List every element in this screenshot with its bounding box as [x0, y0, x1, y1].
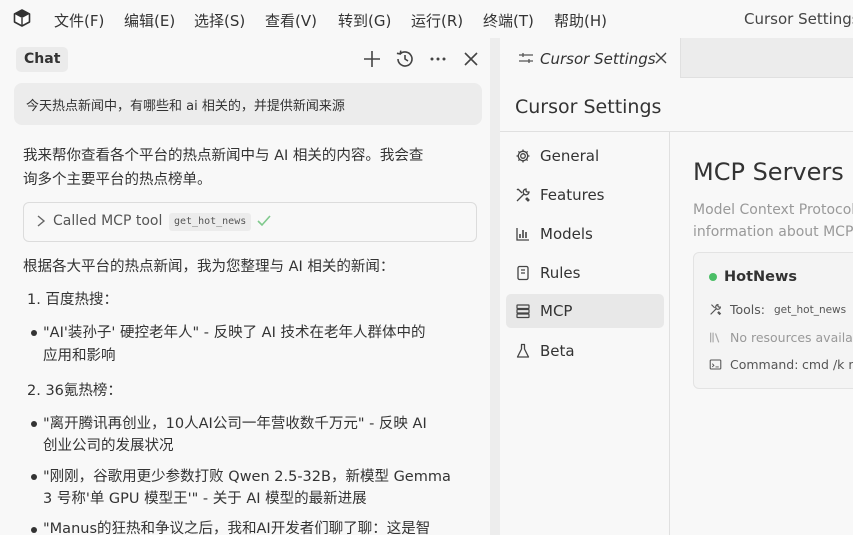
flask-icon	[516, 343, 530, 358]
resources-status: No resources available	[730, 330, 853, 345]
nav-label: Rules	[540, 264, 581, 282]
tools-icon	[516, 188, 530, 202]
tool-call-label: Called MCP tool	[53, 213, 163, 229]
news-item-line: "AI'装孙子' 硬控老年人" - 反映了 AI 技术在老年人群体中的	[43, 325, 426, 341]
assistant-intro-line-1: 我来帮你查看各个平台的热点新闻中与 AI 相关的内容。我会查	[23, 148, 424, 164]
divider	[500, 131, 853, 132]
command-value: cmd /k np	[802, 357, 853, 372]
bullet-dot	[31, 474, 37, 480]
nav-label: Beta	[540, 342, 575, 360]
menu-selection[interactable]: 选择(S)	[194, 10, 245, 31]
nav-label: MCP	[540, 302, 573, 320]
settings-editor: Cursor Settings Cursor Settings General …	[500, 38, 853, 535]
tool-call-card[interactable]: Called MCP tool get_hot_news	[23, 202, 477, 242]
user-message-text: 今天热点新闻中，有哪些和 ai 相关的，并提供新闻来源	[26, 99, 345, 114]
mcp-description: Model Context Protocol	[693, 202, 853, 218]
server-icon	[516, 304, 530, 319]
chat-scrollbar[interactable]	[490, 38, 500, 535]
command-label: Command:	[730, 357, 799, 372]
tab-close-icon[interactable]	[654, 51, 668, 65]
menu-help[interactable]: 帮助(H)	[554, 10, 607, 31]
tab-label: Cursor Settings	[540, 50, 656, 68]
editor-tab-bar: Cursor Settings	[500, 38, 853, 78]
nav-item-features[interactable]: Features	[506, 178, 664, 212]
tools-label: Tools:	[730, 302, 766, 317]
mcp-server-card[interactable]: HotNews Tools: get_hot_news No resources…	[693, 252, 853, 389]
gear-icon	[516, 149, 530, 163]
tools-icon	[710, 304, 722, 316]
status-indicator	[709, 273, 717, 281]
nav-item-mcp[interactable]: MCP	[506, 294, 664, 328]
menu-view[interactable]: 查看(V)	[265, 10, 317, 31]
rules-icon	[517, 265, 529, 281]
menu-terminal[interactable]: 终端(T)	[483, 10, 534, 31]
tools-value: get_hot_news	[774, 304, 847, 316]
nav-label: Features	[540, 186, 605, 204]
terminal-icon	[709, 359, 722, 370]
section-heading-baidu: 1. 百度热搜：	[27, 292, 118, 308]
library-icon	[710, 332, 720, 343]
chat-panel: Chat 今天热点新闻中，有哪些和 ai 相关的，并提供新闻来源 我来帮你查看各…	[0, 38, 491, 535]
chevron-right-icon	[37, 215, 46, 227]
check-icon	[257, 215, 271, 227]
news-item-line: "Manus的狂热和争议之后，我和AI开发者们聊了聊：这是智	[43, 521, 431, 535]
nav-item-rules[interactable]: Rules	[506, 256, 664, 290]
user-message[interactable]: 今天热点新闻中，有哪些和 ai 相关的，并提供新闻来源	[14, 83, 482, 125]
mcp-heading: MCP Servers	[693, 158, 844, 186]
window-title: Cursor Settings -	[744, 10, 853, 28]
tool-name-badge: get_hot_news	[169, 213, 252, 231]
more-icon[interactable]	[427, 48, 449, 70]
chat-tab[interactable]: Chat	[16, 47, 69, 72]
assistant-intro-line-2: 询多个主要平台的热点榜单。	[23, 172, 212, 188]
nav-item-beta[interactable]: Beta	[506, 334, 664, 368]
server-name: HotNews	[724, 269, 798, 285]
tab-cursor-settings[interactable]: Cursor Settings	[500, 38, 681, 78]
cursor-logo-icon	[13, 9, 31, 27]
bullet-dot	[31, 330, 37, 336]
plus-icon[interactable]	[361, 48, 383, 70]
menu-edit[interactable]: 编辑(E)	[124, 10, 175, 31]
title-bar: 文件(F) 编辑(E) 选择(S) 查看(V) 转到(G) 运行(R) 终端(T…	[0, 0, 853, 38]
settings-sliders-icon	[519, 53, 533, 63]
mcp-description: information about MCP	[693, 224, 853, 240]
news-item-line: "离开腾讯再创业，10人AI公司一年营收数千万元" - 反映 AI	[43, 416, 427, 432]
assistant-summary: 根据各大平台的热点新闻，我为您整理与 AI 相关的新闻：	[23, 259, 395, 275]
close-icon[interactable]	[460, 48, 482, 70]
nav-label: General	[540, 147, 600, 165]
settings-title: Cursor Settings	[515, 96, 662, 118]
bullet-dot	[31, 527, 37, 533]
nav-item-general[interactable]: General	[506, 139, 664, 173]
news-item-line: 3 号称'单 GPU 模型王'" - 关于 AI 模型的最新进展	[43, 491, 367, 507]
nav-label: Models	[540, 225, 593, 243]
divider	[669, 132, 670, 535]
news-item-line: "刚刚，谷歌用更少参数打败 Qwen 2.5-32B，新模型 Gemma	[43, 469, 451, 485]
menu-run[interactable]: 运行(R)	[411, 10, 463, 31]
menu-go[interactable]: 转到(G)	[338, 10, 391, 31]
chart-icon	[516, 228, 529, 241]
section-heading-36kr: 2. 36氪热榜：	[27, 383, 122, 399]
news-item-line: 应用和影响	[43, 348, 116, 364]
bullet-dot	[31, 421, 37, 427]
menu-file[interactable]: 文件(F)	[54, 10, 104, 31]
history-icon[interactable]	[394, 48, 416, 70]
nav-item-models[interactable]: Models	[506, 217, 664, 251]
news-item-line: 创业公司的发展状况	[43, 438, 174, 454]
